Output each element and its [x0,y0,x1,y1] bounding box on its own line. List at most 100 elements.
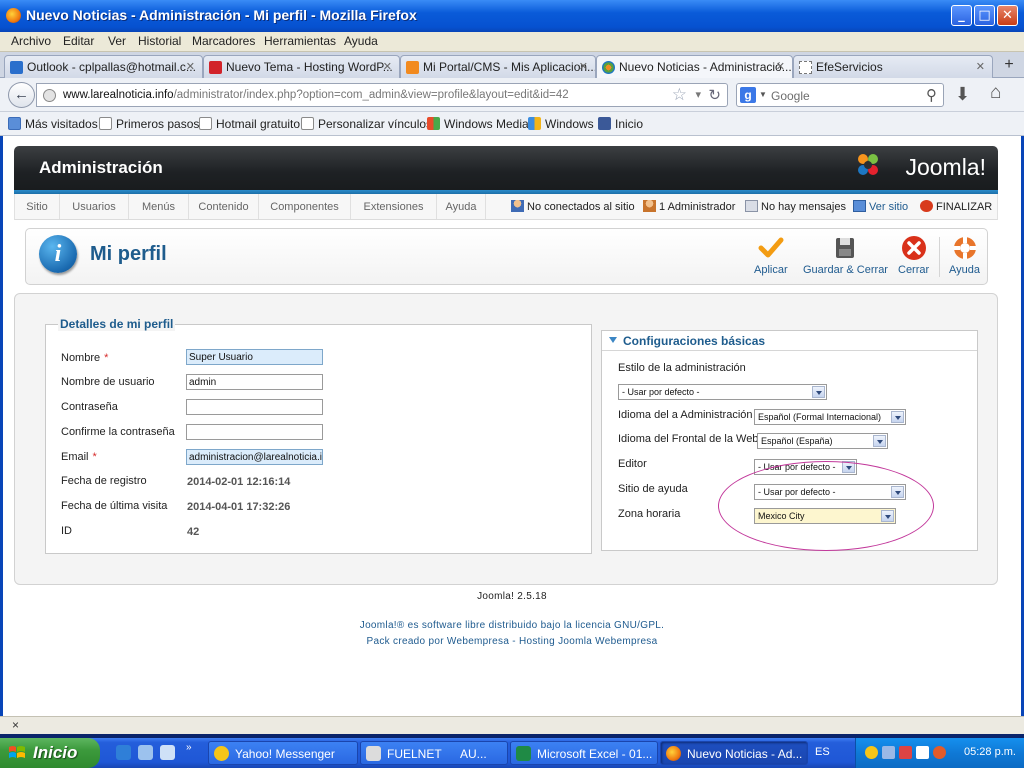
bookmark-star-icon[interactable]: ☆ [672,85,687,105]
save-close-button[interactable]: Guardar & Cerrar [803,235,888,276]
alert-tray-icon[interactable] [933,746,946,759]
close-tab-icon[interactable]: ✕ [976,60,985,73]
collapse-triangle-icon[interactable] [609,337,617,343]
users-icon [511,200,524,212]
close-tab-icon[interactable]: ✕ [776,60,785,73]
menu-ayuda[interactable]: Ayuda [344,34,378,48]
bookmark-windows[interactable]: Windows [528,117,594,131]
taskbar-yahoo-messenger[interactable]: Yahoo! Messenger [208,741,358,765]
internet-explorer-icon[interactable] [116,745,131,760]
info-icon: i [39,235,77,273]
taskbar-excel[interactable]: Microsoft Excel - 01... [510,741,658,765]
email-field[interactable]: administracion@larealnoticia.info [186,449,323,465]
messenger-tray-icon[interactable] [865,746,878,759]
menu-ver[interactable]: Ver [108,34,126,48]
admin-menu-ayuda[interactable]: Ayuda [437,194,486,219]
tab-nuevo-tema[interactable]: Nuevo Tema - Hosting WordP... ✕ [203,55,400,78]
bookmark-hotmail[interactable]: Hotmail gratuito [199,117,300,131]
chevron-down-icon[interactable]: ▼ [759,90,767,99]
password-label: Contraseña [61,401,118,413]
close-tab-icon[interactable]: ✕ [186,60,195,73]
search-icon[interactable]: ⚲ [926,86,937,104]
joomla-icon [602,61,615,74]
new-tab-button[interactable]: + [998,56,1020,76]
admin-menu-componentes[interactable]: Componentes [259,194,351,219]
security-tray-icon[interactable] [899,746,912,759]
google-icon[interactable]: g [740,87,756,103]
quick-launch-expand-icon[interactable]: » [186,742,192,753]
joomla-logo-icon [858,154,878,175]
outlook-express-icon[interactable] [138,745,153,760]
bookmark-mas-visitados[interactable]: Más visitados [8,117,98,131]
media-player-icon[interactable] [160,745,175,760]
network-tray-icon[interactable] [882,746,895,759]
bookmarks-icon [8,117,21,130]
admin-style-label: Estilo de la administración [618,362,746,374]
windows-taskbar: Inicio » Yahoo! Messenger FUELNET AU... M… [0,738,1024,768]
joomla-version: Joomla! 2.5.18 [477,591,547,602]
close-tab-icon[interactable]: ✕ [383,60,392,73]
basic-settings-header[interactable]: Configuraciones básicas [602,331,977,351]
menu-archivo[interactable]: Archivo [11,34,51,48]
annotation-ellipse [718,461,934,551]
menu-editar[interactable]: Editar [63,34,94,48]
bookmark-primeros-pasos[interactable]: Primeros pasos [99,117,199,131]
minimize-button[interactable]: _ [951,5,972,26]
window-titlebar[interactable]: Nuevo Noticias - Administración - Mi per… [0,0,1024,32]
admin-menu-extensiones[interactable]: Extensiones [351,194,437,219]
admin-menu-sitio[interactable]: Sitio [15,194,60,219]
bookmark-inicio[interactable]: Inicio [598,117,643,131]
taskbar-fuelnet[interactable]: FUELNET AU... [360,741,508,765]
tab-outlook[interactable]: Outlook - cplpallas@hotmail.c... ✕ [4,55,203,78]
license-link[interactable]: Joomla!® es software libre distribuido b… [3,620,1021,631]
reload-icon[interactable]: ↻ [708,86,721,104]
last-visit-value: 2014-04-01 17:32:26 [187,501,291,513]
close-tab-icon[interactable]: ✕ [579,60,588,73]
facebook-icon [598,117,611,130]
url-bar[interactable]: www.larealnoticia.info/administrator/ind… [36,83,728,107]
menu-marcadores[interactable]: Marcadores [192,34,255,48]
name-field[interactable]: Super Usuario [186,349,323,365]
checkmark-icon [758,237,784,258]
logout-link[interactable]: FINALIZAR [920,200,992,213]
confirm-password-field[interactable] [186,424,323,440]
status-bar: × [0,716,1024,734]
bookmark-personalizar[interactable]: Personalizar vínculos [301,117,432,131]
chevron-down-icon [891,411,904,423]
site-language-select[interactable]: Español (España) [757,433,888,449]
url-text[interactable]: www.larealnoticia.info/administrator/ind… [63,89,569,101]
close-addon-bar-icon[interactable]: × [12,718,19,732]
toolbar-divider [939,237,940,277]
admin-menu-usuarios[interactable]: Usuarios [60,194,129,219]
close-button[interactable]: Cerrar [898,235,929,276]
chevron-down-icon[interactable]: ▾ [695,88,701,101]
tab-mi-portal[interactable]: Mi Portal/CMS - Mis Aplicacion... ✕ [400,55,596,78]
tab-efeservicios[interactable]: EfeServicios ✕ [793,55,993,78]
bookmark-windows-media[interactable]: Windows Media [427,117,529,131]
admin-menu-menus[interactable]: Menús [129,194,189,219]
apply-button[interactable]: Aplicar [754,235,788,276]
taskbar-firefox[interactable]: Nuevo Noticias - Ad... [660,741,808,765]
menu-herramientas[interactable]: Herramientas [264,34,336,48]
webempresa-link[interactable]: Pack creado por Webempresa - Hosting Joo… [3,636,1021,647]
volume-tray-icon[interactable] [916,746,929,759]
admin-menu-contenido[interactable]: Contenido [189,194,259,219]
language-indicator[interactable]: ES [815,746,830,758]
close-window-button[interactable]: ✕ [997,5,1018,26]
password-field[interactable] [186,399,323,415]
tab-nuevo-noticias[interactable]: Nuevo Noticias - Administració... ✕ [596,55,793,79]
download-icon[interactable]: ⬇ [955,84,970,105]
window-title: Nuevo Noticias - Administración - Mi per… [26,7,417,23]
menu-historial[interactable]: Historial [138,34,181,48]
back-button[interactable]: ← [8,82,35,108]
view-site-link[interactable]: Ver sitio [853,200,908,213]
search-box[interactable]: g ▼ Google ⚲ [736,83,944,107]
page-title: Mi perfil [90,243,167,265]
home-icon[interactable]: ⌂ [990,82,1001,104]
admin-language-select[interactable]: Español (Formal Internacional) [754,409,906,425]
username-field[interactable]: admin [186,374,323,390]
admin-style-select[interactable]: - Usar por defecto - [618,384,827,400]
maximize-button[interactable]: □ [974,5,995,26]
start-button[interactable]: Inicio [0,738,100,768]
help-button[interactable]: Ayuda [949,235,980,276]
